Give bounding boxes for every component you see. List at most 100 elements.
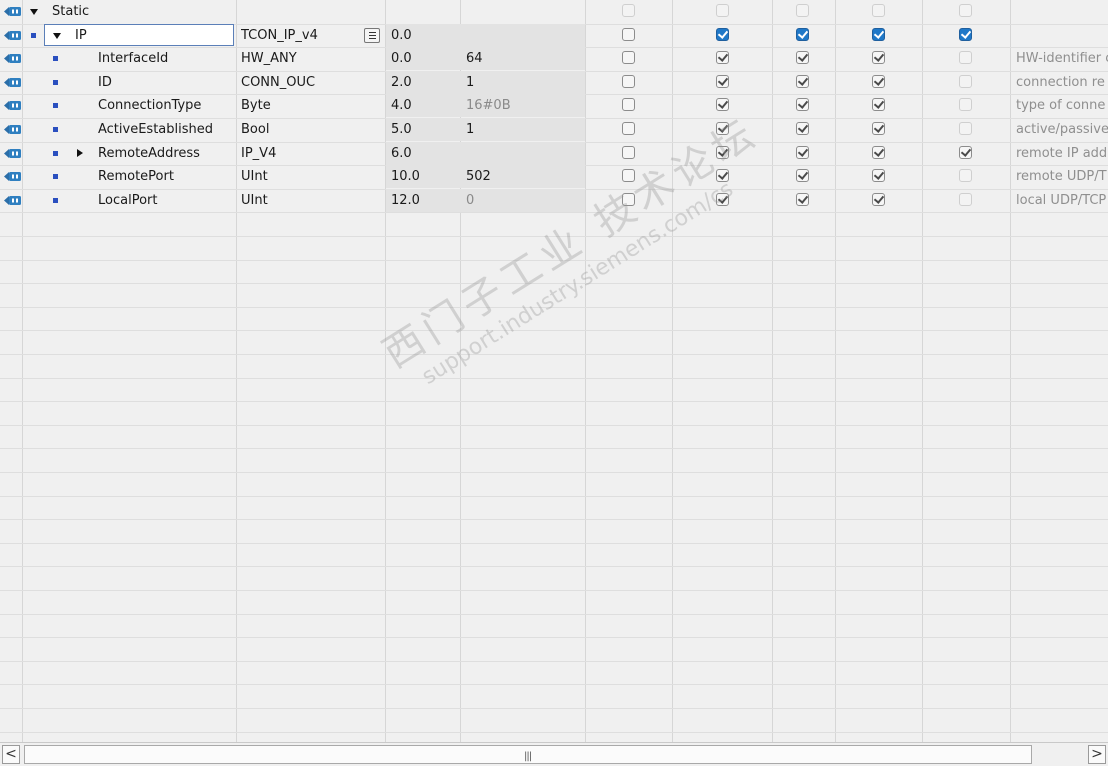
table-row[interactable]: IP TCON_IP_v4 0.0 [0,24,1108,47]
datatype-cell[interactable]: UInt [241,165,359,188]
name-cell[interactable]: ActiveEstablished [98,118,232,141]
checkbox[interactable] [796,51,809,64]
checkbox[interactable] [622,146,635,159]
datatype-cell[interactable] [241,0,359,23]
checkbox[interactable] [716,193,729,206]
name-cell[interactable]: ConnectionType [98,94,232,117]
checkbox[interactable] [622,4,635,17]
datatype-cell[interactable]: UInt [241,189,359,212]
name-cell[interactable]: ID [98,71,232,94]
table-row[interactable]: ActiveEstablished Bool 5.0 1 active/passive [0,118,1108,141]
checkbox[interactable] [959,75,972,88]
start-value-cell[interactable] [466,0,581,23]
checkbox[interactable] [959,146,972,159]
checkbox[interactable] [872,169,885,182]
datatype-cell[interactable]: HW_ANY [241,47,359,70]
checkbox[interactable] [872,28,885,41]
comment-cell[interactable]: local UDP/TCP [1016,189,1108,212]
table-row[interactable]: ConnectionType Byte 4.0 16#0B type of conne [0,94,1108,117]
datatype-cell[interactable]: IP_V4 [241,142,359,165]
expand-arrow-icon[interactable] [53,33,61,39]
name-cell[interactable]: IP [75,24,232,47]
datatype-cell[interactable]: CONN_OUC [241,71,359,94]
datatype-cell[interactable]: Byte [241,94,359,117]
comment-cell[interactable]: active/passive [1016,118,1108,141]
checkbox[interactable] [959,169,972,182]
checkbox[interactable] [959,193,972,206]
comment-cell[interactable]: remote IP add [1016,142,1108,165]
checkbox[interactable] [872,146,885,159]
checkbox[interactable] [872,4,885,17]
table-row[interactable]: RemotePort UInt 10.0 502 remote UDP/T [0,165,1108,188]
table-row[interactable]: InterfaceId HW_ANY 0.0 64 HW-identifier c [0,47,1108,70]
offset-cell: 4.0 [391,98,412,113]
table-row[interactable]: ID CONN_OUC 2.0 1 connection re [0,71,1108,94]
checkbox[interactable] [716,146,729,159]
start-value-cell[interactable]: 16#0B [466,94,581,117]
table-row[interactable]: LocalPort UInt 12.0 0 local UDP/TCP [0,189,1108,212]
checkbox[interactable] [716,51,729,64]
checkbox[interactable] [959,4,972,17]
checkbox[interactable] [872,193,885,206]
scroll-left-button[interactable]: < [2,745,20,764]
checkbox[interactable] [622,51,635,64]
scrollbar-thumb[interactable]: ||| [24,745,1032,764]
checkbox[interactable] [716,4,729,17]
checkbox[interactable] [796,169,809,182]
checkbox[interactable] [959,98,972,111]
checkbox[interactable] [872,98,885,111]
checkbox[interactable] [622,193,635,206]
checkbox[interactable] [796,4,809,17]
table-row[interactable]: Static [0,0,1108,23]
checkbox[interactable] [622,28,635,41]
horizontal-scrollbar[interactable]: < ||| > [0,742,1108,766]
checkbox[interactable] [622,169,635,182]
checkbox[interactable] [716,98,729,111]
list-icon[interactable] [364,28,380,43]
comment-cell[interactable]: connection re [1016,71,1108,94]
checkbox[interactable] [622,98,635,111]
checkbox[interactable] [716,28,729,41]
name-cell[interactable]: RemoteAddress [98,142,232,165]
checkbox[interactable] [796,146,809,159]
checkbox[interactable] [959,122,972,135]
start-value-cell[interactable]: 502 [466,165,581,188]
checkbox[interactable] [796,98,809,111]
checkbox[interactable] [872,75,885,88]
start-value-cell[interactable]: 64 [466,47,581,70]
name-cell[interactable]: LocalPort [98,189,232,212]
offset-cell: 12.0 [391,193,420,208]
comment-cell[interactable]: HW-identifier c [1016,47,1108,70]
collapse-arrow-icon[interactable] [77,149,83,157]
checkbox[interactable] [796,75,809,88]
checkbox[interactable] [716,75,729,88]
expand-arrow-icon[interactable] [30,9,38,15]
datatype-cell[interactable]: Bool [241,118,359,141]
checkbox[interactable] [959,51,972,64]
checkbox[interactable] [796,28,809,41]
checkbox[interactable] [622,75,635,88]
start-value-cell[interactable]: 1 [466,118,581,141]
checkbox[interactable] [622,122,635,135]
checkbox[interactable] [796,122,809,135]
start-value-cell[interactable]: 0 [466,189,581,212]
checkbox[interactable] [716,169,729,182]
comment-cell[interactable]: remote UDP/T [1016,165,1108,188]
start-value-cell[interactable] [466,142,581,165]
start-value-cell[interactable] [466,24,581,47]
checkbox[interactable] [872,122,885,135]
start-value-cell[interactable]: 1 [466,71,581,94]
name-cell[interactable]: Static [52,0,232,23]
comment-cell[interactable] [1016,0,1108,23]
comment-cell[interactable]: type of conne [1016,94,1108,117]
checkbox[interactable] [716,122,729,135]
name-cell[interactable]: RemotePort [98,165,232,188]
checkbox[interactable] [872,51,885,64]
scroll-right-button[interactable]: > [1088,745,1106,764]
table-row[interactable]: RemoteAddress IP_V4 6.0 remote IP add [0,142,1108,165]
datatype-cell[interactable]: TCON_IP_v4 [241,24,359,47]
checkbox[interactable] [959,28,972,41]
comment-cell[interactable] [1016,24,1108,47]
name-cell[interactable]: InterfaceId [98,47,232,70]
checkbox[interactable] [796,193,809,206]
